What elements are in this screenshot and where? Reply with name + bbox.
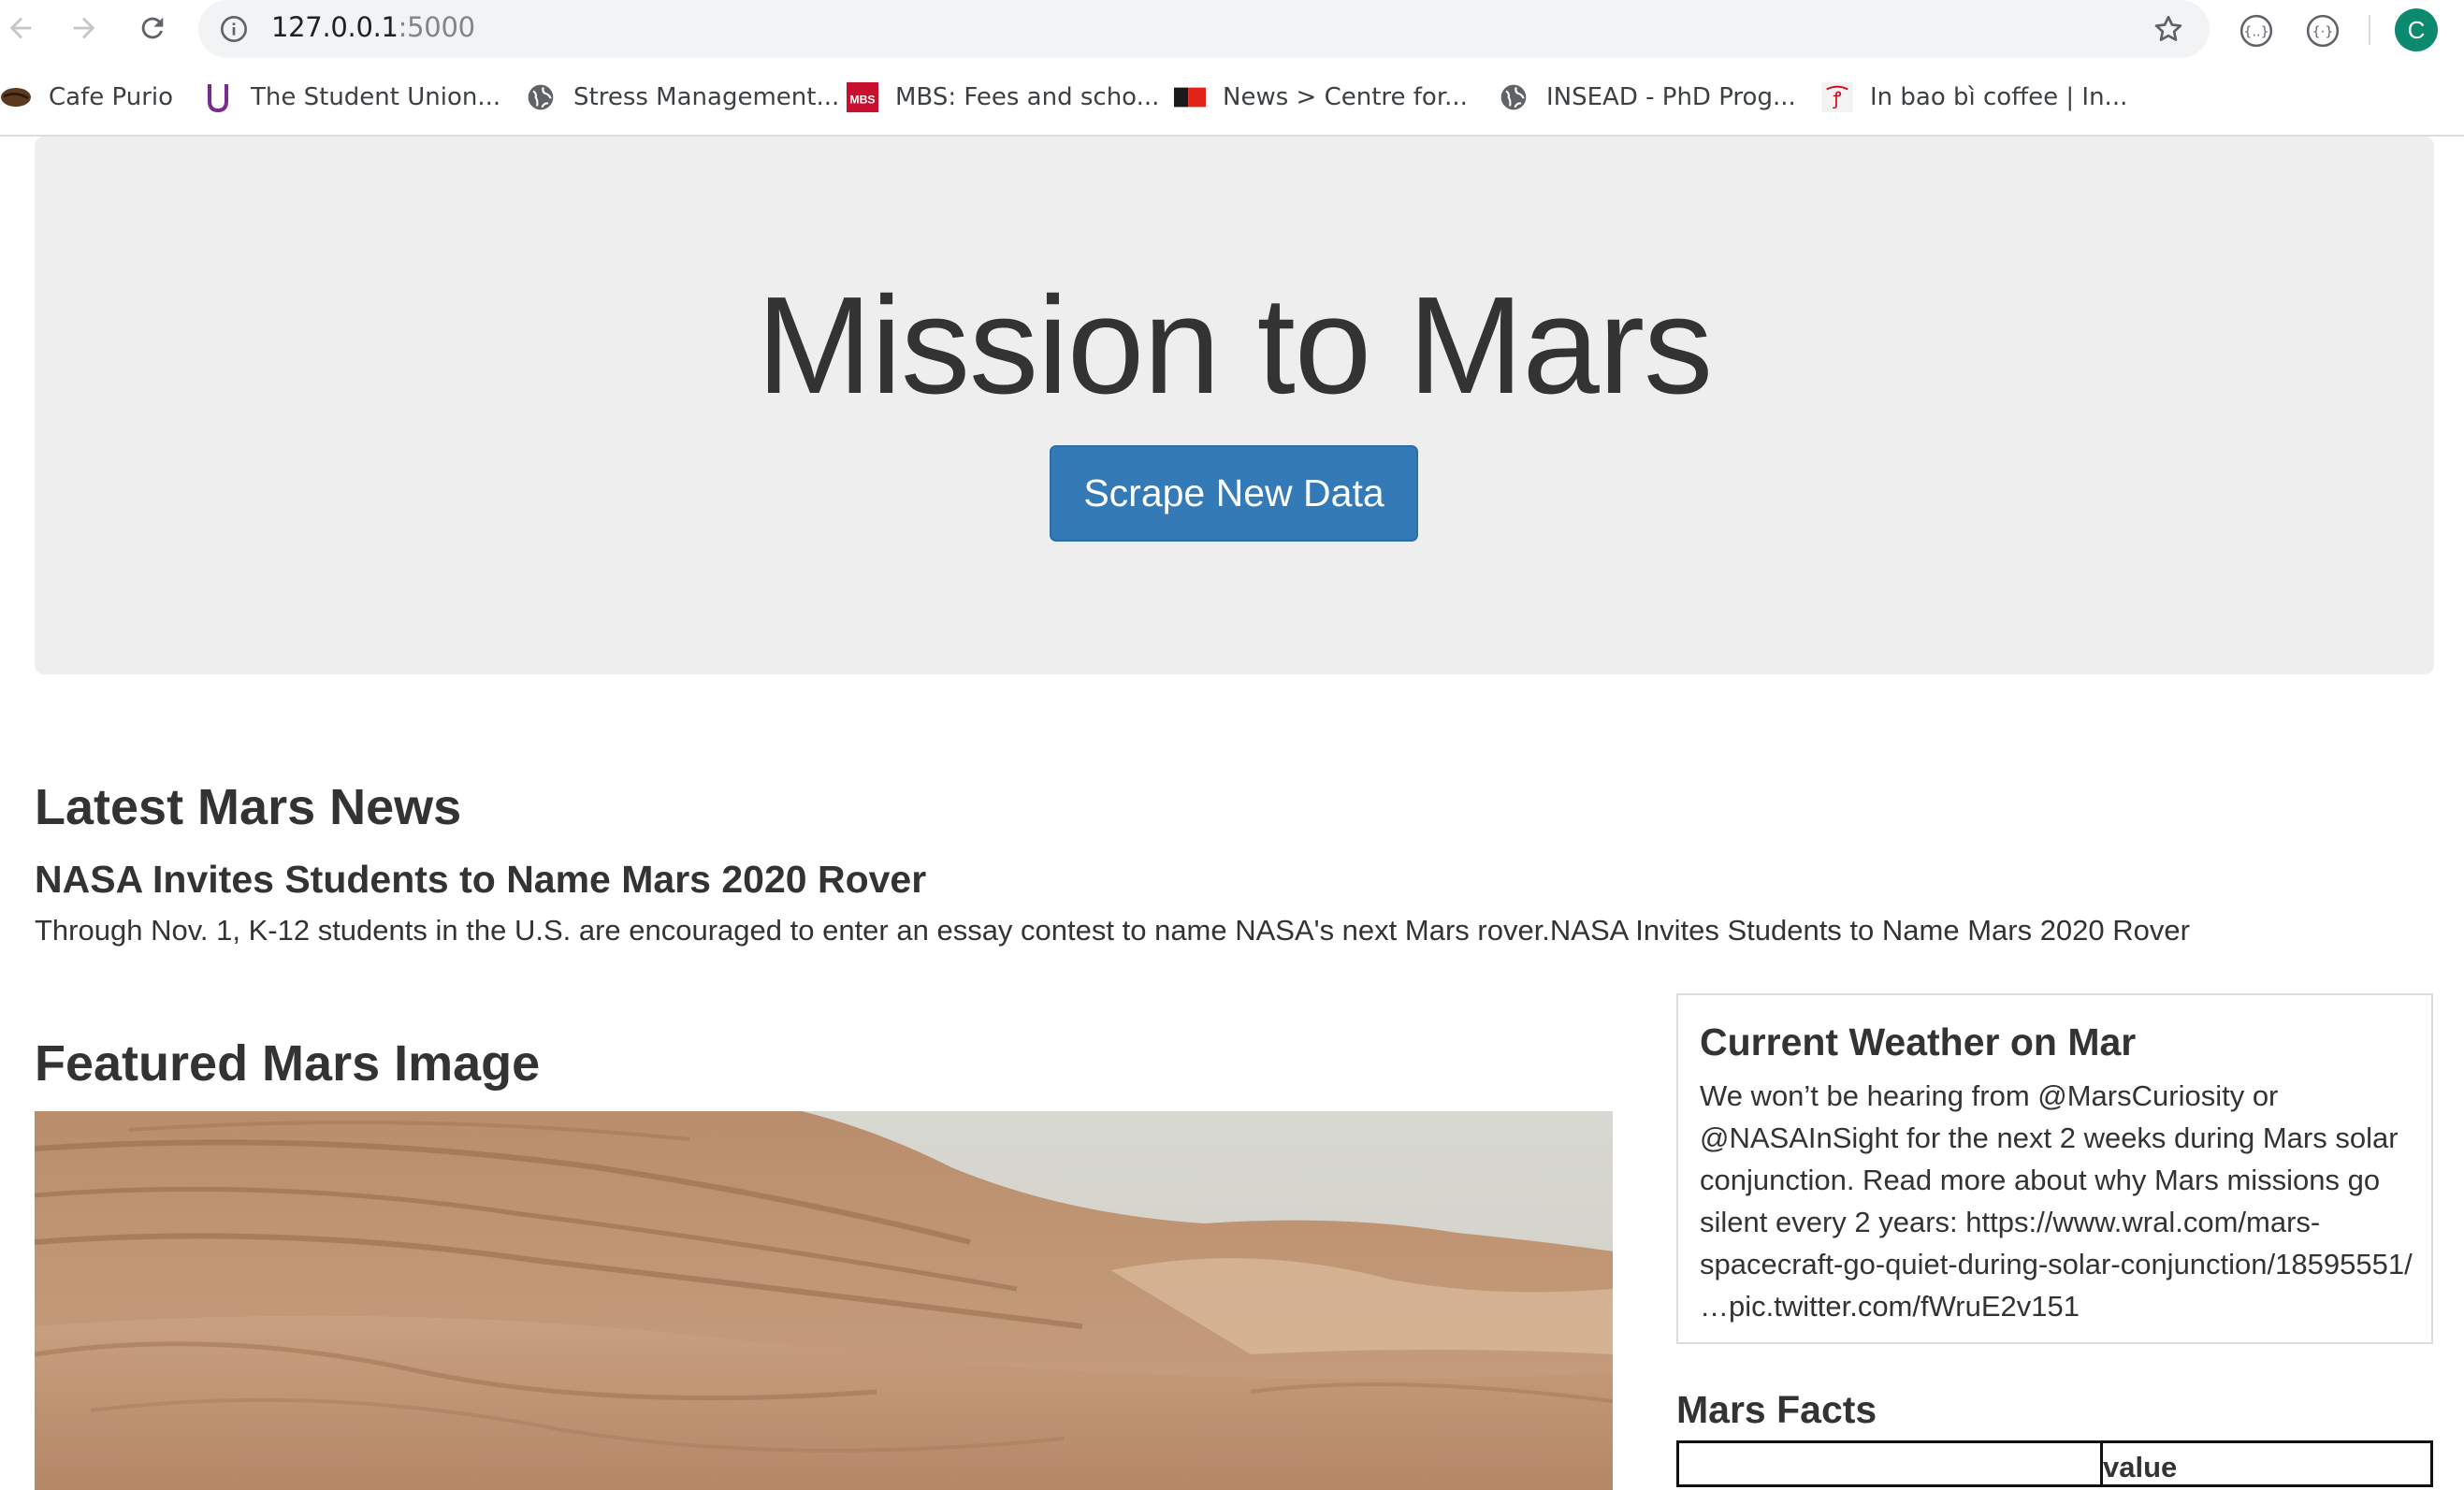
extension-viewer-icon[interactable]: {·} [2305,13,2341,49]
svg-text:{..}: {..} [2243,25,2268,40]
svg-text:MBS: MBS [849,94,875,107]
bookmark-in-bao-bi-coffee[interactable]: ꝭ In bao bì coffee | In... [1821,79,2127,116]
news-title: NASA Invites Students to Name Mars 2020 … [35,858,927,901]
bookmark-cafe-purio[interactable]: Cafe Purio [0,79,173,116]
globe-icon [1498,81,1529,113]
mbs-logo-icon: MBS [847,81,878,113]
back-button[interactable] [0,7,41,49]
url-text[interactable]: 127.0.0.1:5000 [271,11,475,43]
url-port: :5000 [398,11,475,43]
bookmarks-bar: Cafe Purio The Student Union... Stress M… [0,60,2464,137]
bookmark-star-icon[interactable] [2152,12,2185,46]
bookmark-label: In bao bì coffee | In... [1870,83,2128,111]
coffee-bean-icon [0,81,32,113]
bookmark-label: INSEAD - PhD Prog... [1546,83,1796,111]
featured-mars-image [35,1111,1613,1490]
latest-news-heading: Latest Mars News [35,779,462,835]
bookmark-label: Cafe Purio [49,83,174,111]
bookmark-label: MBS: Fees and scho... [895,83,1160,111]
column-header-value: value [2100,1440,2433,1487]
bookmark-mbs-fees[interactable]: MBS MBS: Fees and scho... [847,79,1159,116]
bookmark-label: The Student Union... [251,83,501,111]
weather-panel: Current Weather on Mar We won’t be heari… [1676,993,2433,1344]
jumbotron: Mission to Mars Scrape New Data [35,137,2434,674]
page-title: Mission to Mars [756,268,1713,423]
extension-json-icon[interactable]: {..} [2239,13,2274,49]
bookmark-label: Stress Management... [573,83,840,111]
bookmark-label: News > Centre for... [1223,83,1468,111]
flag-icon [1174,81,1206,113]
bookmark-stress-management[interactable]: Stress Management... [525,79,839,116]
bookmark-news-centre[interactable]: News > Centre for... [1174,79,1468,116]
toolbar-separator [2369,15,2370,45]
news-paragraph: Through Nov. 1, K-12 students in the U.S… [35,914,2190,947]
mars-landscape-picture [35,1111,1613,1490]
browser-toolbar: 127.0.0.1:5000 {..} {·} C [0,0,2464,60]
bookmark-insead-phd[interactable]: INSEAD - PhD Prog... [1498,79,1796,116]
table-header-row: value [1676,1440,2433,1487]
url-host: 127.0.0.1 [271,11,399,43]
globe-icon [525,81,557,113]
u-logo-icon [202,81,234,113]
column-header-index [1676,1440,2103,1487]
mars-facts-heading: Mars Facts [1676,1388,1877,1431]
address-bar[interactable]: 127.0.0.1:5000 [198,0,2210,58]
profile-avatar[interactable]: C [2395,8,2438,51]
svg-text:{·}: {·} [2312,25,2334,40]
forward-button[interactable] [64,7,105,49]
bookmark-student-union[interactable]: The Student Union... [202,79,500,116]
reload-icon [141,17,164,39]
mars-facts-table: value [1676,1440,2433,1487]
site-info-icon[interactable] [219,14,249,44]
reload-button[interactable] [132,7,173,49]
weather-heading: Current Weather on Mar [1700,1020,2137,1063]
svg-text:ꝭ: ꝭ [1833,89,1842,109]
featured-image-heading: Featured Mars Image [35,1035,541,1092]
cup-logo-icon: ꝭ [1821,81,1853,113]
scrape-new-data-button[interactable]: Scrape New Data [1050,445,1418,542]
forward-arrow-icon [73,17,95,39]
weather-tweet-text: We won’t be hearing from @MarsCuriosity … [1700,1079,2413,1323]
back-arrow-icon [9,17,32,39]
